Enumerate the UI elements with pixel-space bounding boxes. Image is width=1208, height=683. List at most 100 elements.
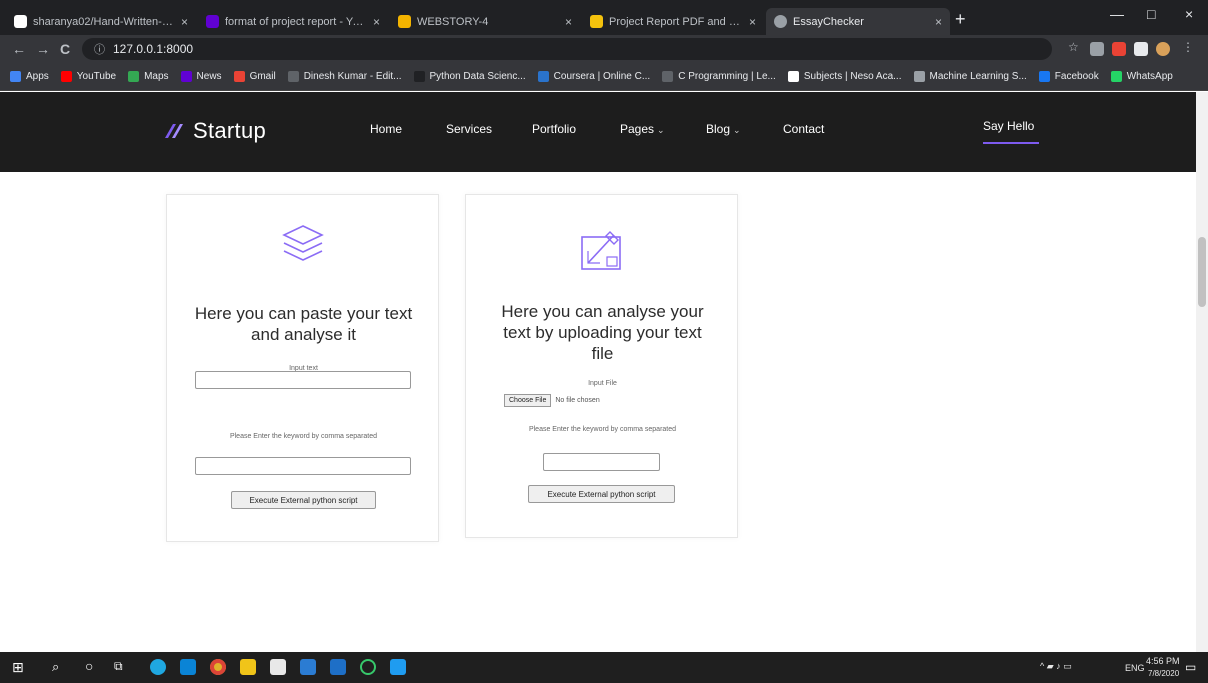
browser-tab[interactable]: sharanya02/Hand-Written-digit- × xyxy=(6,8,196,35)
nav-portfolio[interactable]: Portfolio xyxy=(532,122,576,136)
mail-icon[interactable] xyxy=(180,659,196,675)
forward-button[interactable]: → xyxy=(36,41,50,57)
bookmark-favicon-icon xyxy=(287,71,299,82)
design-tool-icon xyxy=(581,231,621,270)
clock-date[interactable]: 7/8/2020 xyxy=(1148,669,1179,678)
bookmark-label: Maps xyxy=(144,71,169,82)
nav-services[interactable]: Services xyxy=(446,122,492,136)
search-icon[interactable]: ⌕ xyxy=(52,659,59,675)
tray-icons[interactable]: ^ ▰ ♪ ▭ xyxy=(1040,661,1072,672)
nav-contact[interactable]: Contact xyxy=(783,122,824,136)
say-hello-button[interactable]: Say Hello xyxy=(983,119,1034,133)
brand-name: Startup xyxy=(193,118,267,143)
menu-icon[interactable]: ⋮ xyxy=(1182,40,1196,54)
tab-title: format of project report - Yahoo xyxy=(225,15,367,28)
chevron-down-icon: ⌄ xyxy=(657,125,665,135)
bookmark-item[interactable]: Python Data Scienc... xyxy=(413,71,526,82)
bookmark-item[interactable]: News xyxy=(180,71,222,82)
notification-icon[interactable]: ▭ xyxy=(1185,660,1196,674)
tab-close-icon[interactable]: × xyxy=(373,15,380,29)
keywords-field[interactable] xyxy=(195,457,411,475)
spotify-circle-icon[interactable] xyxy=(360,659,376,675)
address-bar[interactable]: ⓘ 127.0.0.1:8000 xyxy=(82,38,1052,60)
avatar[interactable] xyxy=(1156,42,1170,56)
site-info-icon[interactable]: ⓘ xyxy=(94,41,105,57)
puzzle-icon[interactable] xyxy=(1134,42,1148,56)
file-input[interactable]: Choose File No file chosen xyxy=(504,393,600,407)
tab-close-icon[interactable]: × xyxy=(565,15,572,29)
word-icon[interactable] xyxy=(300,659,316,675)
browser-tab-strip: sharanya02/Hand-Written-digit- × format … xyxy=(0,0,1208,35)
choose-file-button[interactable]: Choose File xyxy=(504,393,552,407)
tab-close-icon[interactable]: × xyxy=(181,15,188,29)
bookmark-item[interactable]: Apps xyxy=(10,71,49,82)
extension-icon[interactable] xyxy=(1090,42,1104,56)
bookmark-favicon-icon xyxy=(413,71,425,82)
tab-title: Project Report PDF and Excel - xyxy=(609,15,743,28)
tab-close-icon[interactable]: × xyxy=(749,15,756,29)
bookmark-label: Apps xyxy=(26,71,49,82)
bookmark-label: WhatsApp xyxy=(1126,71,1173,82)
vscode-icon[interactable] xyxy=(390,659,406,675)
back-button[interactable]: ← xyxy=(12,41,26,57)
bookmark-item[interactable]: Machine Learning S... xyxy=(913,71,1027,82)
paste-card-heading: Here you can paste your text and analyse… xyxy=(194,304,413,344)
bookmark-star-icon[interactable]: ☆ xyxy=(1068,40,1082,54)
bookmark-item[interactable]: C Programming | Le... xyxy=(662,71,776,82)
bookmark-label: Facebook xyxy=(1054,71,1099,82)
bookmark-item[interactable]: WhatsApp xyxy=(1110,71,1173,82)
bookmark-favicon-icon xyxy=(10,71,21,82)
minimize-button[interactable]: — xyxy=(1110,6,1124,22)
edge-icon[interactable] xyxy=(150,659,166,675)
browser-tab-active[interactable]: EssayChecker × xyxy=(766,8,950,35)
new-tab-button[interactable]: + xyxy=(955,9,966,30)
app-icon[interactable] xyxy=(330,659,346,675)
bookmark-favicon-icon xyxy=(1038,71,1050,82)
tab-title: sharanya02/Hand-Written-digit- xyxy=(33,15,175,28)
store-icon[interactable] xyxy=(270,659,286,675)
browser-tab[interactable]: WEBSTORY-4 × xyxy=(390,8,580,35)
scrollbar-thumb[interactable] xyxy=(1198,237,1206,307)
input-text-field[interactable] xyxy=(195,371,411,389)
bookmark-item[interactable]: Coursera | Online C... xyxy=(537,71,650,82)
bookmark-label: News xyxy=(196,71,222,82)
execute-script-button[interactable]: Execute External python script xyxy=(231,491,376,509)
page-scrollbar[interactable] xyxy=(1196,92,1208,652)
bookmark-item[interactable]: Facebook xyxy=(1038,71,1099,82)
bookmark-label: C Programming | Le... xyxy=(678,71,776,82)
browser-tab[interactable]: format of project report - Yahoo × xyxy=(198,8,388,35)
paste-text-card: Here you can paste your text and analyse… xyxy=(166,194,439,542)
nav-home[interactable]: Home xyxy=(370,122,402,136)
site-logo[interactable]: Startup xyxy=(163,118,266,144)
browser-tab[interactable]: Project Report PDF and Excel - × xyxy=(582,8,764,35)
start-windows-icon[interactable]: ⊞ xyxy=(12,659,24,676)
task-view-icon[interactable]: ⧉ xyxy=(114,659,123,674)
nav-pages-label: Pages xyxy=(620,122,655,136)
nav-pages[interactable]: Pages ⌄ xyxy=(620,122,665,136)
bookmark-item[interactable]: Maps xyxy=(128,71,169,82)
maximize-button[interactable]: □ xyxy=(1147,6,1155,22)
bookmark-favicon-icon xyxy=(1110,71,1122,82)
bookmark-item[interactable]: Subjects | Neso Aca... xyxy=(787,71,902,82)
bookmark-item[interactable]: Gmail xyxy=(233,71,276,82)
bookmark-favicon-icon xyxy=(233,71,245,82)
extension-icon[interactable] xyxy=(1112,42,1126,56)
browser-toolbar: ← → C ⓘ 127.0.0.1:8000 ☆ ⋮ xyxy=(0,35,1208,63)
reload-button[interactable]: C xyxy=(60,41,70,57)
language-indicator[interactable]: ENG xyxy=(1125,663,1145,673)
chrome-icon[interactable] xyxy=(210,659,226,675)
keywords-label: Please Enter the keyword by comma separa… xyxy=(229,433,378,440)
nav-blog[interactable]: Blog ⌄ xyxy=(706,122,741,136)
close-window-button[interactable]: × xyxy=(1185,6,1193,22)
file-explorer-icon[interactable] xyxy=(240,659,256,675)
webstory-icon xyxy=(398,15,411,28)
bookmark-item[interactable]: Dinesh Kumar - Edit... xyxy=(287,71,402,82)
clock-time[interactable]: 4:56 PM xyxy=(1146,656,1180,666)
tab-close-icon[interactable]: × xyxy=(935,15,942,29)
execute-script-button[interactable]: Execute External python script xyxy=(528,485,675,503)
bookmark-item[interactable]: YouTube xyxy=(60,71,116,82)
cortana-icon[interactable]: ○ xyxy=(85,658,93,674)
bookmark-favicon-icon xyxy=(180,71,192,82)
bookmark-favicon-icon xyxy=(913,71,925,82)
keywords-field[interactable] xyxy=(543,453,660,471)
